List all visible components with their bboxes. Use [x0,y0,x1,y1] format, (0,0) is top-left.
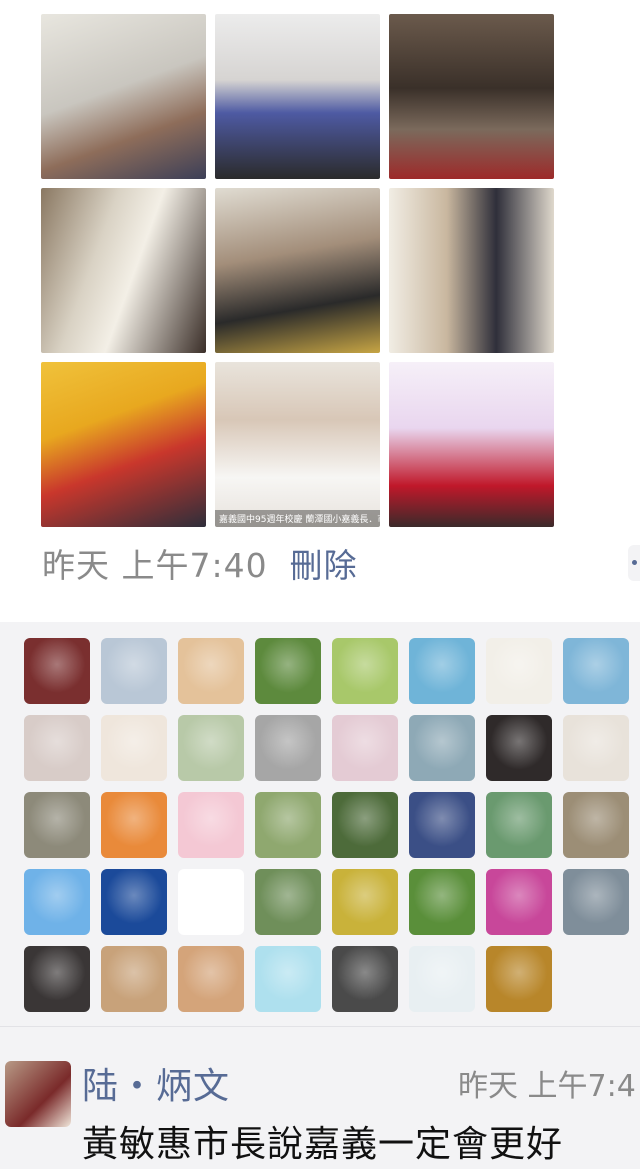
avatar-ferris-wheel[interactable] [101,638,167,704]
photo-speaker-microphone[interactable]: 嘉義國中95週年校慶 蘭潭國小嘉義長．市長出席 [215,362,380,527]
photo-podium-speech[interactable] [389,362,554,527]
avatar-woman-long-hair[interactable] [24,715,90,781]
avatar-woman-black-hair[interactable] [24,946,90,1012]
post-meta: 昨天 上午7:40 刪除 [42,540,358,586]
avatar-pagoda[interactable] [563,869,629,935]
delete-link[interactable]: 刪除 [290,539,358,587]
avatar-field-tree[interactable] [486,792,552,858]
avatar-bamboo[interactable] [255,638,321,704]
photo-caption: 嘉義國中95週年校慶 蘭潭國小嘉義長．市長出席 [215,510,380,527]
avatar-woman-white[interactable] [409,946,475,1012]
avatar-man-street[interactable] [24,792,90,858]
photo-museum-banner[interactable] [389,188,554,353]
avatar-cyclist[interactable] [255,792,321,858]
avatar-lightning[interactable] [101,869,167,935]
avatar-man-garden[interactable] [255,869,321,935]
avatar-lotus-pads[interactable] [332,792,398,858]
post-photo-grid: 嘉義國中95週年校慶 蘭潭國小嘉義長．市長出席 [41,14,554,527]
avatar-woman-flowers[interactable] [486,869,552,935]
likes-panel [0,622,640,1026]
comment-author-avatar[interactable] [5,1061,71,1127]
avatar-grapes[interactable] [332,638,398,704]
avatar-woman-card[interactable] [101,715,167,781]
comment-text[interactable]: 黃敏惠市長說嘉義一定會更好 [82,1115,563,1167]
avatar-man-seaside[interactable] [409,715,475,781]
avatar-man-lake[interactable] [563,638,629,704]
avatar-sunset-sea[interactable] [101,792,167,858]
avatar-castle-wall[interactable] [563,792,629,858]
photo-group-seated[interactable] [389,14,554,179]
avatar-calligraphy-char[interactable] [178,869,244,935]
avatar-flower-drawing[interactable] [486,638,552,704]
more-actions-button[interactable] [628,545,640,581]
avatar-pink-lotus[interactable] [255,946,321,1012]
avatar-people-red[interactable] [178,715,244,781]
photo-meeting-room[interactable] [41,14,206,179]
avatar-flowers-tree[interactable] [409,792,475,858]
avatar-beach[interactable] [409,638,475,704]
avatar-cartoon[interactable] [178,792,244,858]
photo-exhibition-hall[interactable] [215,188,380,353]
avatar-man-smiling[interactable] [178,946,244,1012]
avatar-man-gold-bg[interactable] [486,946,552,1012]
photo-calligraphy-scroll[interactable] [41,188,206,353]
comment-time: 昨天 上午7:4 [458,1069,636,1104]
avatar-flower-field[interactable] [409,869,475,935]
avatar-man-dark-suit[interactable] [332,946,398,1012]
avatar-latte-art[interactable] [101,946,167,1012]
avatar-rapeseed-field[interactable] [332,869,398,935]
comment-author-name[interactable]: 陆・炳文 [82,1057,230,1109]
avatar-woman-portrait[interactable] [486,715,552,781]
avatar-pool[interactable] [24,869,90,935]
liker-avatar-grid [24,638,629,1012]
avatar-children[interactable] [332,715,398,781]
avatar-man-glasses[interactable] [178,638,244,704]
photo-group-standing[interactable] [215,14,380,179]
avatar-gold-phoenix[interactable] [563,715,629,781]
post-time: 昨天 上午7:40 [42,546,268,585]
comment-item: 陆・炳文 昨天 上午7:4 黃敏惠市長說嘉義一定會更好 [0,1026,640,1169]
avatar-box-object[interactable] [255,715,321,781]
avatar-man-text-bg[interactable] [24,638,90,704]
photo-food-event[interactable] [41,362,206,527]
